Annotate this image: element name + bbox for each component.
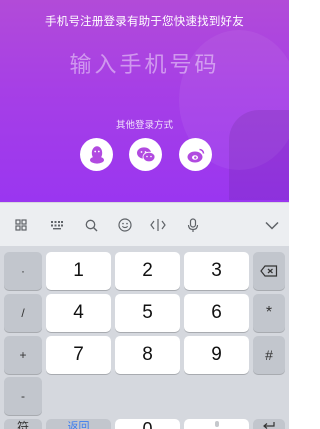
keyboard-icon[interactable]: [49, 217, 65, 233]
enter-key[interactable]: [253, 419, 285, 429]
key-0-label: 0: [142, 419, 153, 429]
key-asterisk[interactable]: *: [253, 294, 285, 332]
qq-icon: [89, 145, 104, 164]
number-keypad: · / + - 1 2 3 4 5 6 7 8 9 * # 符 返回 0: [0, 246, 289, 429]
key-slash[interactable]: /: [4, 294, 42, 332]
key-hash[interactable]: #: [253, 336, 285, 374]
space-key[interactable]: [184, 419, 249, 429]
login-tip: 手机号注册登录有助于您快速找到好友: [45, 14, 244, 28]
search-icon[interactable]: [83, 217, 99, 233]
grid-icon[interactable]: [13, 217, 29, 233]
login-panel: 手机号注册登录有助于您快速找到好友 其他登录方式: [0, 0, 289, 202]
return-key-label: 返回: [67, 421, 90, 429]
key-4[interactable]: 4: [46, 294, 111, 332]
weibo-icon: [187, 148, 204, 162]
key-plus[interactable]: +: [4, 336, 42, 374]
key-9[interactable]: 9: [184, 336, 249, 374]
key-2[interactable]: 2: [115, 252, 180, 290]
wechat-login-button[interactable]: [129, 138, 162, 171]
backspace-button[interactable]: [253, 252, 285, 290]
return-key[interactable]: 返回: [46, 419, 111, 429]
wechat-icon: [136, 146, 155, 162]
symbol-key-label: 符: [16, 419, 29, 429]
qq-login-button[interactable]: [80, 138, 113, 171]
screen: 手机号注册登录有助于您快速找到好友 其他登录方式: [0, 0, 289, 429]
other-login-label: 其他登录方式: [115, 120, 173, 131]
phone-number-input[interactable]: [40, 48, 249, 82]
key-0[interactable]: 0: [115, 419, 180, 429]
weibo-login-button[interactable]: [179, 138, 212, 171]
key-3[interactable]: 3: [184, 252, 249, 290]
key-1[interactable]: 1: [46, 252, 111, 290]
key-minus[interactable]: -: [4, 377, 42, 415]
key-7[interactable]: 7: [46, 336, 111, 374]
key-8[interactable]: 8: [115, 336, 180, 374]
symbol-key[interactable]: 符: [4, 419, 42, 429]
backspace-icon: [260, 265, 278, 277]
microphone-icon[interactable]: [185, 217, 201, 233]
chevron-down-icon[interactable]: [264, 217, 280, 233]
enter-icon: [263, 422, 275, 429]
key-5[interactable]: 5: [115, 294, 180, 332]
emoji-icon[interactable]: [117, 217, 133, 233]
keyboard-toolbar: [0, 202, 289, 246]
key-dot[interactable]: ·: [4, 252, 42, 290]
key-6[interactable]: 6: [184, 294, 249, 332]
space-mic-icon: [214, 421, 219, 427]
cursor-icon[interactable]: [150, 217, 166, 233]
